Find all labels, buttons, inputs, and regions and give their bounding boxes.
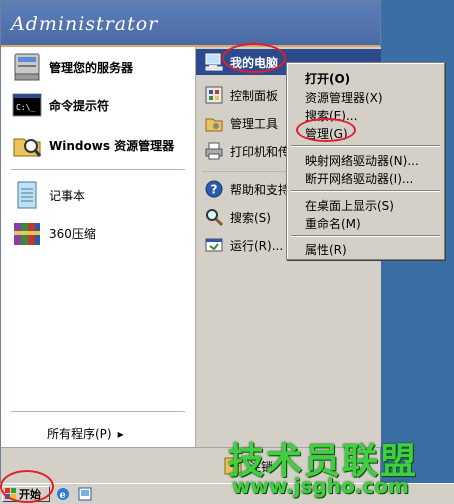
pinned-item-manage-server[interactable]: 管理您的服务器 [11,51,133,83]
show-desktop-icon[interactable] [78,487,92,501]
recent-item-notepad[interactable]: 记事本 [11,179,85,211]
watermark-url: www.jsgho.com [232,474,409,498]
ctx-item-disconnect-drive[interactable]: 断开网络驱动器(I)... [305,170,413,187]
svg-text:e: e [60,490,66,501]
context-menu: 打开(O) 资源管理器(X) 搜索(E)... 管理(G) 映射网络驱动器(N)… [286,62,445,260]
recent-item-360zip[interactable]: 360压缩 [11,217,96,249]
right-item-control-panel[interactable]: 控制面板 [204,85,278,105]
search-icon [206,209,224,227]
all-programs-button[interactable]: 所有程序(P) ▸ [47,425,124,442]
left-column: 管理您的服务器 C:\_ 命令提示符 Windows 资源管理器 记事本 360… [1,47,195,447]
ctx-separator [291,145,440,147]
right-item-run[interactable]: 运行(R)... [204,235,283,255]
my-computer-icon [205,53,223,71]
start-menu-header: Administrator [1,1,380,47]
ctx-item-rename[interactable]: 重命名(M) [305,215,361,232]
ctx-item-open[interactable]: 打开(O) [305,70,350,87]
ctx-item-explorer[interactable]: 资源管理器(X) [305,89,383,106]
ctx-item-show-on-desktop[interactable]: 在桌面上显示(S) [305,197,394,214]
cmd-icon: C:\_ [12,93,42,117]
ctx-separator [291,235,440,237]
right-item-admin-tools[interactable]: 管理工具 [204,113,278,133]
svg-text:C:\_: C:\_ [16,103,35,112]
arrow-right-icon: ▸ [117,426,124,441]
pinned-item-cmd[interactable]: C:\_ 命令提示符 [11,89,109,121]
explorer-icon [13,138,42,157]
left-separator [11,169,185,170]
annotation-circle-manage [296,118,356,142]
ie-quicklaunch-icon[interactable]: e [56,487,70,501]
server-icon [14,53,40,81]
svg-text:?: ? [211,183,218,197]
notepad-icon [17,181,37,209]
annotation-circle-start [0,470,54,503]
right-item-printers[interactable]: 打印机和传 [204,141,290,161]
help-icon: ? [205,180,223,198]
printer-icon [205,142,223,160]
archive-icon [14,223,40,245]
ctx-item-map-drive[interactable]: 映射网络驱动器(N)... [305,152,419,169]
ctx-item-properties[interactable]: 属性(R) [305,241,347,258]
user-name: Administrator [11,13,159,35]
admin-tools-icon [205,118,223,132]
control-panel-icon [205,86,223,104]
left-bottom-separator [11,411,185,412]
pinned-item-explorer[interactable]: Windows 资源管理器 [11,129,174,161]
ctx-separator [291,190,440,192]
right-item-search[interactable]: 搜索(S) [204,207,271,227]
run-icon [205,238,223,252]
annotation-circle-my-computer [222,43,286,73]
right-item-help[interactable]: ? 帮助和支持 [204,179,290,199]
